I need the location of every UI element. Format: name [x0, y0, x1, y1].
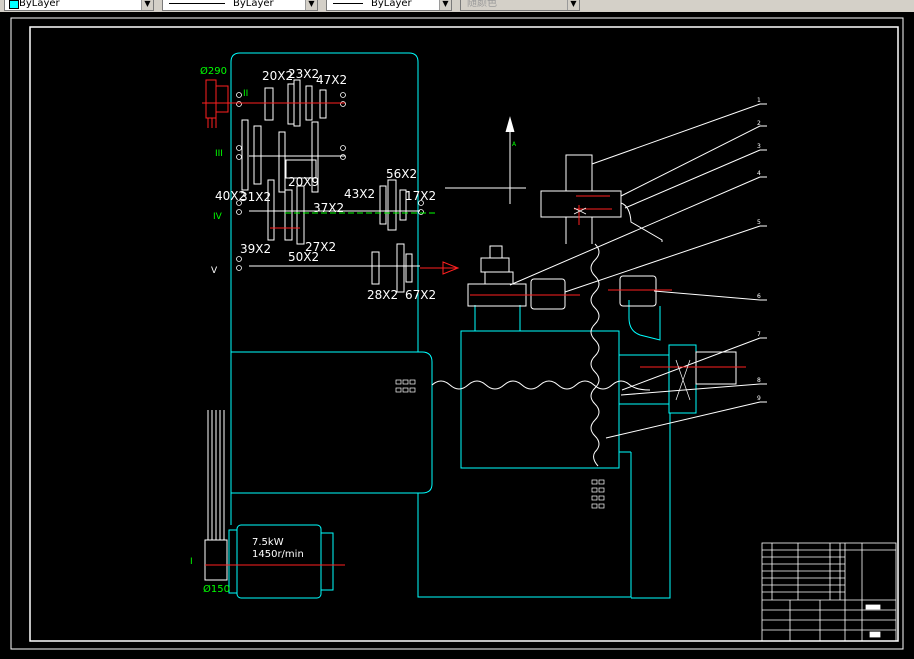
motor-power: 7.5kW — [252, 537, 284, 548]
pulley-bottom-label: Ø150 — [203, 583, 230, 595]
gear-label-56x2: 56X2 — [386, 167, 417, 181]
drawing-svg: II III IV I Ø290 Ø150 A V 20X2 23X2 47X2… — [10, 17, 904, 650]
linetype-preview — [169, 3, 225, 4]
center-lines — [202, 102, 746, 566]
callout-9: 9 — [757, 395, 761, 402]
shaft-label-iii: III — [215, 149, 223, 159]
callout-7: 7 — [757, 331, 761, 338]
plotstyle-combo-value: 随颜色 — [467, 0, 497, 9]
sheet-outer-border — [10, 17, 904, 650]
bearing-symbols — [395, 207, 691, 509]
chevron-down-icon[interactable]: ▼ — [141, 0, 153, 10]
linetype-combo-value: ByLayer — [233, 0, 274, 9]
lineweight-preview — [333, 3, 363, 4]
color-swatch — [9, 0, 19, 9]
color-combo[interactable]: ByLayer ▼ — [4, 0, 154, 11]
gear-label-28x2: 28X2 — [367, 288, 398, 302]
motor-speed: 1450r/min — [252, 549, 304, 560]
shaft-labels: II III IV I Ø290 Ø150 A — [190, 65, 517, 595]
pulley-top-label: Ø290 — [200, 65, 227, 77]
gear-label-20x9: 20X9 — [288, 175, 319, 189]
gear-label-50x2: 50X2 — [288, 250, 319, 264]
motor-labels: 7.5kW 1450r/min — [252, 537, 304, 560]
gear-train — [204, 79, 767, 581]
shaft-label-ii: II — [243, 89, 248, 99]
linetype-combo[interactable]: ByLayer ▼ — [162, 0, 318, 11]
callout-1: 1 — [757, 97, 761, 104]
shaft-label-v: V — [211, 266, 218, 276]
gear-label-31x2: 31X2 — [240, 190, 271, 204]
callout-3: 3 — [757, 143, 761, 150]
callout-8: 8 — [757, 377, 761, 384]
gear-label-23x2: 23X2 — [288, 67, 319, 81]
callout-4: 4 — [757, 170, 761, 177]
title-block — [761, 542, 897, 642]
gear-label-37x2: 37X2 — [313, 201, 344, 215]
sheet-inner-border — [29, 26, 899, 642]
gear-label-39x2: 39X2 — [240, 242, 271, 256]
shaft-label-i: I — [190, 557, 193, 567]
gear-label-67x2: 67X2 — [405, 288, 436, 302]
lineweight-combo[interactable]: ByLayer ▼ — [326, 0, 452, 11]
section-arrow-label: A — [512, 141, 517, 148]
chevron-down-icon: ▼ — [567, 0, 579, 10]
color-combo-value: ByLayer — [19, 0, 60, 9]
lineweight-combo-value: ByLayer — [371, 0, 412, 9]
callout-numbers: 1 2 3 4 5 6 7 8 9 — [757, 97, 761, 402]
gear-label-43x2: 43X2 — [344, 187, 375, 201]
chevron-down-icon[interactable]: ▼ — [305, 0, 317, 10]
callout-6: 6 — [757, 293, 761, 300]
gearbox-housing — [228, 52, 697, 599]
plotstyle-combo: 随颜色 ▼ — [460, 0, 580, 11]
drawing-canvas[interactable]: II III IV I Ø290 Ø150 A V 20X2 23X2 47X2… — [0, 12, 914, 655]
gear-label-17x2: 17X2 — [405, 189, 436, 203]
chevron-down-icon[interactable]: ▼ — [439, 0, 451, 10]
shaft-label-iv: IV — [213, 212, 223, 222]
input-pulley — [205, 79, 229, 128]
callout-2: 2 — [757, 120, 761, 127]
gear-label-47x2: 47X2 — [316, 73, 347, 87]
callout-5: 5 — [757, 219, 761, 226]
